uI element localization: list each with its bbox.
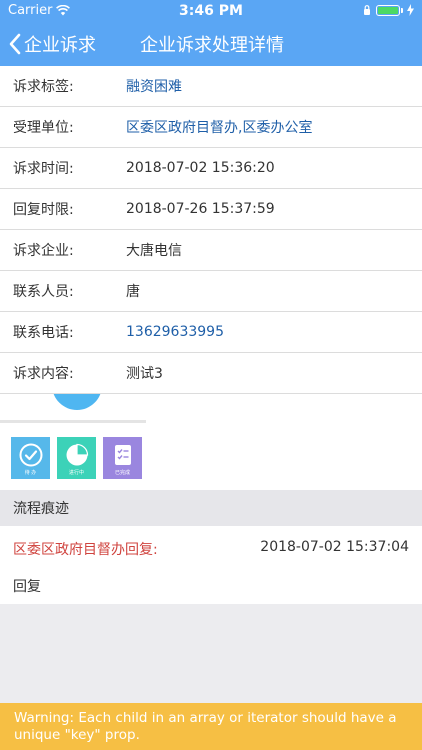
- embedded-chart-strip: 待 办 进行中 已完成: [0, 394, 422, 490]
- trace-time: 2018-07-02 15:37:04: [260, 539, 409, 555]
- battery-group: [362, 4, 414, 16]
- detail-label: 诉求企业:: [13, 243, 74, 259]
- tile-label: 进行中: [68, 470, 84, 476]
- detail-row-content: 诉求内容: 测试3: [0, 353, 422, 394]
- tile-todo[interactable]: 待 办: [11, 437, 50, 479]
- pie-chart-icon: [66, 443, 88, 466]
- detail-value-unit[interactable]: 区委区政府目督办,区委办公室: [126, 117, 312, 137]
- detail-label: 受理单位:: [13, 120, 74, 136]
- page-title: 企业诉求处理详情: [140, 35, 284, 56]
- back-label: 企业诉求: [24, 35, 96, 56]
- strip-divider: [0, 420, 146, 423]
- detail-row-unit: 受理单位: 区委区政府目督办,区委办公室: [0, 107, 422, 148]
- tile-label: 待 办: [24, 470, 37, 476]
- pie-arc-fragment: [52, 394, 102, 410]
- detail-row-contact: 联系人员: 唐: [0, 271, 422, 312]
- navigation-bar: 企业诉求 企业诉求处理详情: [0, 22, 422, 66]
- detail-value-deadline: 2018-07-26 15:37:59: [126, 201, 275, 217]
- detail-value-tag[interactable]: 融资困难: [126, 76, 182, 96]
- phone-link[interactable]: 13629633995: [126, 324, 224, 340]
- detail-label: 回复时限:: [13, 202, 74, 218]
- detail-row-phone: 联系电话: 13629633995: [0, 312, 422, 353]
- detail-label: 诉求标签:: [13, 79, 74, 95]
- detail-row-tag: 诉求标签: 融资困难: [0, 66, 422, 107]
- top-bar: Carrier 3:46 PM 企业诉求 企业诉求处理详情: [0, 0, 422, 66]
- clock: 3:46 PM: [179, 3, 243, 19]
- detail-value-content: 测试3: [126, 366, 163, 382]
- status-bar: Carrier 3:46 PM: [0, 0, 422, 22]
- detail-label: 联系人员:: [13, 284, 74, 300]
- detail-row-company: 诉求企业: 大唐电信: [0, 230, 422, 271]
- detail-label: 联系电话:: [13, 325, 74, 341]
- dev-warning-banner[interactable]: Warning: Each child in an array or itera…: [0, 703, 422, 750]
- back-button[interactable]: 企业诉求: [8, 22, 96, 66]
- check-circle-icon: [19, 443, 42, 467]
- battery-icon: [376, 4, 400, 16]
- detail-value-company: 大唐电信: [126, 243, 182, 259]
- trace-item: 区委区政府目督办回复: 2018-07-02 15:37:04 回复: [0, 526, 422, 604]
- detail-value-time: 2018-07-02 15:36:20: [126, 160, 275, 176]
- tile-in-progress[interactable]: 进行中: [57, 437, 96, 479]
- detail-label: 诉求内容:: [13, 366, 74, 382]
- trace-unit: 区委区政府目督办回复:: [13, 542, 158, 558]
- detail-label: 诉求时间:: [13, 161, 74, 177]
- tile-label: 已完成: [114, 470, 130, 476]
- detail-row-time: 诉求时间: 2018-07-02 15:36:20: [0, 148, 422, 189]
- process-section-header: 流程痕迹: [0, 490, 422, 526]
- trace-content: 回复: [13, 579, 41, 595]
- checklist-icon: [114, 445, 131, 465]
- chevron-left-icon: [9, 33, 21, 55]
- detail-list: 诉求标签: 融资困难 受理单位: 区委区政府目督办,区委办公室 诉求时间: 20…: [0, 66, 422, 394]
- detail-value-contact: 唐: [126, 284, 140, 300]
- orientation-lock-icon: [364, 5, 370, 15]
- tile-done[interactable]: 已完成: [103, 437, 142, 479]
- detail-row-deadline: 回复时限: 2018-07-26 15:37:59: [0, 189, 422, 230]
- charging-bolt-icon: [407, 4, 414, 16]
